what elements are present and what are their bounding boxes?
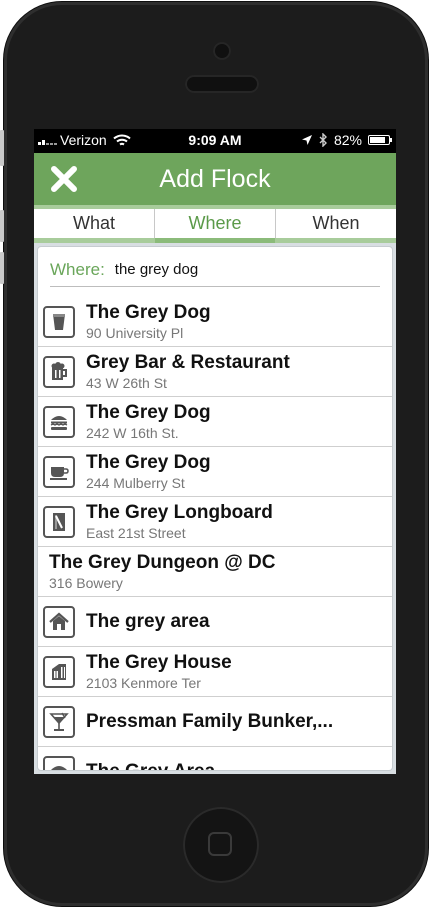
where-search-row: Where: <box>50 247 380 287</box>
place-address: 43 W 26th St <box>86 375 167 391</box>
home-icon <box>43 605 75 638</box>
place-address: 242 W 16th St. <box>86 425 179 441</box>
list-item[interactable]: The Grey Dungeon @ DC 316 Bowery <box>38 547 392 597</box>
coffee-cup-icon <box>43 455 75 488</box>
place-name: The Grey Dungeon @ DC <box>49 552 276 573</box>
place-name: The grey area <box>86 610 210 632</box>
list-item[interactable]: The grey area <box>38 597 392 647</box>
beer-mug-icon <box>43 355 75 388</box>
front-camera <box>213 42 231 60</box>
place-address: 2103 Kenmore Ter <box>86 675 201 691</box>
place-name: The Grey Dog <box>86 402 211 423</box>
burger-icon <box>43 405 75 438</box>
building-icon <box>43 655 75 688</box>
longboard-icon <box>43 505 75 538</box>
where-label: Where: <box>50 259 105 279</box>
burger-icon <box>43 755 75 770</box>
volume-down-button <box>0 252 4 284</box>
list-item[interactable]: The Grey Longboard East 21st Street <box>38 497 392 547</box>
place-name: Grey Bar & Restaurant <box>86 352 290 373</box>
mute-switch <box>0 130 4 166</box>
bluetooth-icon <box>319 133 327 147</box>
nav-bar: Add Flock <box>34 153 396 205</box>
place-name: The Grey House <box>86 652 232 673</box>
place-name: The Grey Longboard <box>86 502 273 523</box>
status-bar: Verizon 9:09 AM 82% <box>34 129 396 153</box>
cocktail-icon <box>43 705 75 738</box>
place-name: Pressman Family Bunker,... <box>86 710 334 732</box>
home-button-icon <box>208 832 232 856</box>
where-input[interactable] <box>114 261 380 278</box>
place-address: 90 University Pl <box>86 325 184 341</box>
list-item[interactable]: The Grey Dog 244 Mulberry St <box>38 447 392 497</box>
list-item[interactable]: The Grey Dog 242 W 16th St. <box>38 397 392 447</box>
tab-when[interactable]: When <box>275 209 396 238</box>
place-name: The Grey Dog <box>86 302 211 323</box>
app-screen: Verizon 9:09 AM 82% Add Flock What Where… <box>34 129 396 774</box>
tab-where[interactable]: Where <box>154 209 275 243</box>
location-arrow-icon <box>301 135 312 145</box>
place-address: East 21st Street <box>86 525 186 541</box>
list-item[interactable]: The Grey House 2103 Kenmore Ter <box>38 647 392 697</box>
place-name: The Grey Area <box>86 761 215 771</box>
battery-percent: 82% <box>333 132 362 148</box>
list-item[interactable]: Grey Bar & Restaurant 43 W 26th St <box>38 347 392 397</box>
place-address: 244 Mulberry St <box>86 475 185 491</box>
earpiece-speaker <box>185 75 259 93</box>
results-list: The Grey Dog 90 University Pl Grey Bar &… <box>38 297 392 770</box>
list-item[interactable]: The Grey Dog 90 University Pl <box>38 297 392 347</box>
tab-what[interactable]: What <box>34 209 154 238</box>
results-panel: Where: The Grey Dog 90 University Pl <box>38 247 392 770</box>
list-item[interactable]: The Grey Area <box>38 747 392 770</box>
volume-up-button <box>0 210 4 242</box>
place-name: The Grey Dog <box>86 452 211 473</box>
page-title: Add Flock <box>159 165 271 193</box>
list-item[interactable]: Pressman Family Bunker,... <box>38 697 392 747</box>
tab-bar: What Where When <box>34 205 396 243</box>
battery-icon <box>368 135 392 145</box>
cup-icon <box>43 305 75 338</box>
content-area: Where: The Grey Dog 90 University Pl <box>34 243 396 774</box>
place-address: 316 Bowery <box>49 575 123 591</box>
